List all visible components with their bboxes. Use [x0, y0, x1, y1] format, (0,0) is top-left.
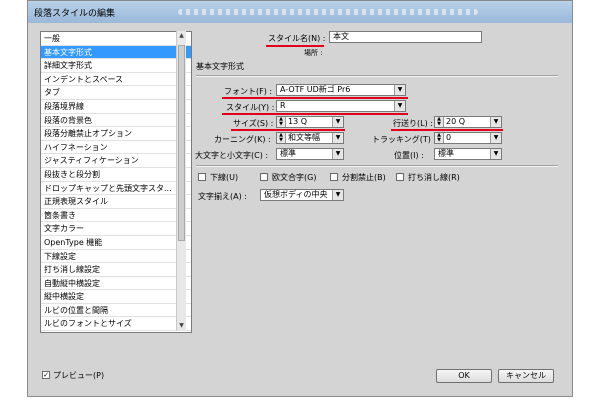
category-item[interactable]: ジャスティフィケーション: [41, 154, 191, 168]
preview-label: プレビュー(P): [53, 371, 105, 380]
chevron-down-icon: ▼: [332, 133, 343, 143]
tracking-value: 0: [446, 133, 452, 142]
size-field[interactable]: ▲ ▼ 13 Q ▼: [276, 116, 344, 128]
scroll-down-icon[interactable]: ▼: [177, 321, 186, 331]
category-item[interactable]: 段落分離禁止オプション: [41, 127, 191, 141]
category-item[interactable]: 文字カラー: [41, 222, 191, 236]
category-item[interactable]: タブ: [41, 86, 191, 100]
category-item[interactable]: 段抜きと段分割: [41, 168, 191, 182]
style-name-input[interactable]: 本文: [329, 31, 482, 43]
title-bar-decoration: [178, 9, 478, 15]
style-label: スタイル(Y) :: [226, 103, 275, 112]
kerning-field[interactable]: ▲ ▼ 和文等幅 ▼: [276, 132, 344, 144]
alignment-dropdown[interactable]: 仮想ボディの中央 ▼: [260, 189, 344, 201]
category-item[interactable]: 縦中横設定: [41, 290, 191, 304]
tracking-stepper-icon[interactable]: ▲ ▼: [435, 133, 444, 143]
category-item[interactable]: 段落境界線: [41, 100, 191, 114]
chevron-down-icon: ▼: [332, 117, 343, 127]
kerning-value: 和文等幅: [288, 133, 320, 142]
category-item[interactable]: ルビのフォントとサイズ: [41, 317, 191, 332]
underline-checkbox[interactable]: [198, 173, 206, 181]
location-label: 場所 :: [304, 49, 323, 57]
chevron-down-icon: ▼: [332, 190, 343, 200]
alignment-label: 文字揃え(A) :: [198, 192, 247, 201]
position-dropdown[interactable]: 標準 ▼: [434, 148, 502, 160]
scroll-up-icon[interactable]: ▲: [177, 31, 186, 41]
category-list-scrollbar[interactable]: ▲ ▼: [176, 31, 186, 331]
annotation-underline-size: [231, 129, 345, 131]
leading-value: 20 Q: [446, 117, 466, 126]
alignment-value: 仮想ボディの中央: [264, 190, 328, 199]
preview-checkbox[interactable]: ✓: [42, 371, 50, 379]
nobreak-label: 分割禁止(B): [342, 173, 386, 182]
chevron-down-icon: ▼: [332, 149, 343, 159]
chevron-down-icon: ▼: [490, 117, 501, 127]
category-item[interactable]: 基本文字形式: [41, 45, 191, 60]
section-divider: [196, 75, 558, 77]
ligature-checkbox[interactable]: [260, 173, 268, 181]
category-list[interactable]: 一般 基本文字形式 詳細文字形式 インデントとスペース タブ 段落境界線 段落の背景色 段落分…: [40, 31, 192, 333]
font-label: フォント(F) :: [224, 87, 273, 96]
case-dropdown[interactable]: 標準 ▼: [276, 148, 344, 160]
category-item[interactable]: 詳細文字形式: [41, 59, 191, 73]
category-item[interactable]: ハイフネーション: [41, 141, 191, 155]
font-style-value: R: [280, 101, 286, 110]
category-item[interactable]: 打ち消し線設定: [41, 263, 191, 277]
annotation-underline-style-name: [266, 45, 324, 47]
position-value: 標準: [438, 149, 454, 158]
annotation-underline-style: [222, 113, 408, 115]
section-title: 基本文字形式: [196, 62, 244, 71]
annotation-underline-font: [222, 97, 408, 99]
case-label: 大文字と小文字(C) :: [195, 151, 269, 160]
kerning-stepper-icon[interactable]: ▲ ▼: [277, 133, 286, 143]
ok-button[interactable]: OK: [436, 369, 492, 383]
window-title: 段落スタイルの編集: [34, 9, 116, 19]
nobreak-checkbox[interactable]: [330, 173, 338, 181]
size-label: サイズ(S) :: [233, 119, 274, 128]
position-label: 位置(I) :: [394, 151, 424, 160]
category-item[interactable]: インデントとスペース: [41, 73, 191, 87]
style-name-label: スタイル名(N) :: [268, 34, 326, 43]
dialog-body: 一般 基本文字形式 詳細文字形式 インデントとスペース タブ 段落境界線 段落の背景色 段落分…: [36, 25, 564, 389]
chevron-down-icon: ▼: [394, 101, 405, 111]
leading-stepper-icon[interactable]: ▲ ▼: [435, 117, 444, 127]
chevron-down-icon: ▼: [394, 85, 405, 95]
title-bar[interactable]: 段落スタイルの編集: [28, 1, 572, 23]
category-item[interactable]: 段落の背景色: [41, 114, 191, 128]
chevron-down-icon: ▼: [490, 149, 501, 159]
underline-label: 下線(U): [210, 173, 239, 182]
category-item[interactable]: 正規表現スタイル: [41, 195, 191, 209]
category-item[interactable]: 箇条書き: [41, 209, 191, 223]
tracking-field[interactable]: ▲ ▼ 0 ▼: [434, 132, 502, 144]
case-value: 標準: [280, 149, 296, 158]
font-style-dropdown[interactable]: R ▼: [276, 100, 406, 112]
font-dropdown[interactable]: A-OTF UD新ゴ Pr6 ▼: [276, 84, 406, 96]
leading-label: 行送り(L) :: [393, 119, 433, 128]
cancel-button[interactable]: キャンセル: [498, 369, 554, 383]
category-item[interactable]: 一般: [41, 32, 191, 46]
tracking-label: トラッキング(T) :: [372, 135, 437, 144]
category-item[interactable]: OpenType 機能: [41, 236, 191, 250]
category-item[interactable]: ドロップキャップと先頭文字スタ...: [41, 182, 191, 196]
category-item[interactable]: ルビの位置と間隔: [41, 304, 191, 318]
leading-field[interactable]: ▲ ▼ 20 Q ▼: [434, 116, 502, 128]
strike-label: 打ち消し線(R): [408, 173, 460, 182]
size-value: 13 Q: [288, 117, 308, 126]
kerning-label: カーニング(K) :: [214, 135, 271, 144]
annotation-underline-leading: [391, 129, 503, 131]
divider: [196, 165, 558, 167]
paragraph-style-dialog: 段落スタイルの編集 一般 基本文字形式 詳細文字形式 インデントとスペース タブ 段落境界…: [27, 0, 573, 397]
category-item[interactable]: 下線設定: [41, 250, 191, 264]
category-item[interactable]: 自動縦中横設定: [41, 277, 191, 291]
chevron-down-icon: ▼: [490, 133, 501, 143]
strike-checkbox[interactable]: [396, 173, 404, 181]
size-stepper-icon[interactable]: ▲ ▼: [277, 117, 286, 127]
font-value: A-OTF UD新ゴ Pr6: [280, 85, 351, 94]
scrollbar-thumb[interactable]: [178, 45, 185, 241]
ligature-label: 欧文合字(G): [272, 173, 317, 182]
